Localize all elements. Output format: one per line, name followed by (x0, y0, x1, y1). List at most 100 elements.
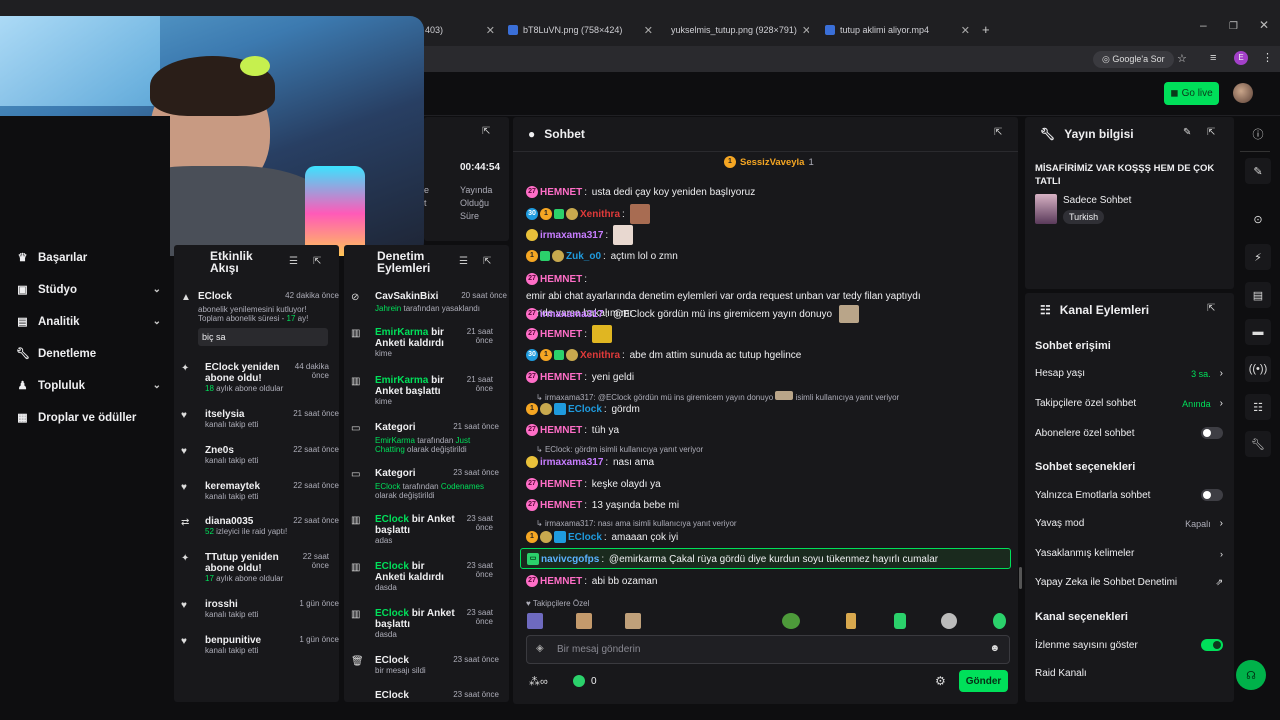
account-age-setting[interactable]: Hesap yaşı 3 sa. › (1035, 368, 1223, 379)
actions-icon[interactable]: ☷ (1245, 394, 1271, 420)
slow-mode-setting[interactable]: Yavaş mod Kapalı › (1035, 518, 1223, 529)
new-tab-button[interactable]: + (982, 22, 990, 37)
reply-context[interactable]: ↳ EClock: gördm isimli kullanıcıya yanıt… (536, 445, 703, 454)
go-live-button[interactable]: ◼ Go live (1164, 82, 1219, 105)
mod-action-item: ▭ Kategori EClock tarafından Codenames ol… (351, 468, 499, 500)
money-badge-icon (554, 209, 564, 219)
camera-switch-icon[interactable]: ⊙ (1245, 206, 1271, 232)
popout-icon[interactable]: ⇱ (1207, 303, 1215, 314)
emoji-picker-icon[interactable]: ☻ (989, 643, 1000, 654)
ai-moderation-setting[interactable]: Yapay Zeka ile Sohbet Denetimi ⇗ (1035, 577, 1223, 588)
chat-message: ▭ navivcgofps: @emirkarma Çakal rüya görd… (527, 553, 1011, 565)
close-window-icon[interactable]: ✕ (1259, 18, 1269, 32)
followers-only-setting[interactable]: Takipçilere özel sohbet Anında › (1035, 398, 1223, 409)
minimize-icon[interactable]: – (1200, 18, 1207, 32)
points-display[interactable]: 0 (573, 675, 597, 687)
chat-settings-gear-icon[interactable]: ⚙ (935, 674, 946, 688)
popout-icon[interactable]: ⇱ (482, 126, 490, 137)
browser-tab[interactable]: yukselmis_tutup.png (928×791) ✕ (666, 20, 809, 40)
user-avatar[interactable] (1233, 83, 1253, 103)
shield-icon[interactable]: ◈ (536, 643, 544, 654)
lightning-icon[interactable]: ⚡︎ (1245, 244, 1271, 270)
filter-icon[interactable]: ☰ (459, 256, 468, 267)
mod-actions-title: Denetim Eylemleri (377, 249, 431, 275)
chat-icon[interactable]: ▬ (1245, 319, 1271, 345)
clipboard-icon[interactable]: ▤ (1245, 282, 1271, 308)
activity-feed-title: Etkinlik Akışı (210, 249, 253, 275)
mod-action-item: EClock 23 saat önce (375, 690, 499, 701)
maximize-icon[interactable]: ❐ (1229, 21, 1238, 32)
sub-badge-icon: 27 (526, 478, 538, 490)
reading-list-icon[interactable]: ≡ (1210, 52, 1216, 64)
chat-message: irmaxama317: nası ama (526, 456, 1010, 468)
nav-item-studio[interactable]: ▣ Stüdyo ⌄ (16, 283, 161, 297)
emote-image[interactable] (527, 613, 543, 629)
edit-pencil-icon[interactable]: ✎ (1183, 127, 1191, 138)
reply-context[interactable]: ↳ irmaxama317: nası ama isimli kullanıcı… (536, 519, 737, 528)
browser-tab[interactable]: tutup aklimi aliyor.mp4 ✕ (825, 20, 970, 40)
sub-badge-icon: 27 (526, 308, 538, 320)
popout-icon[interactable]: ⇱ (1207, 127, 1215, 138)
send-button[interactable]: Gönder (959, 670, 1008, 692)
image-icon (508, 25, 518, 35)
edit-pencil-icon[interactable]: ✎ (1245, 158, 1271, 184)
support-headset-icon[interactable]: ☊ (1236, 660, 1266, 690)
emote-image[interactable] (993, 613, 1006, 629)
gift-badge-icon: 1 (526, 531, 538, 543)
browser-tab[interactable]: bT8LuVN.png (758×424) ✕ (508, 20, 653, 40)
sparkle-icon: ✦ (181, 553, 190, 564)
emote-image[interactable] (782, 613, 800, 629)
chat-header: ● Sohbet (528, 127, 585, 141)
chat-message: 27 irmaxama317: @EClock gördün mü ins gir… (526, 305, 1010, 323)
close-tab-icon[interactable]: ✕ (644, 24, 653, 37)
game-badge-icon (554, 531, 566, 543)
nav-item-analytics[interactable]: ▤ Analitik ⌄ (16, 315, 161, 329)
community-points-icon[interactable]: ⁂∞ (529, 675, 548, 688)
stat-label-fragment: et (424, 185, 430, 208)
nav-item-community[interactable]: ♟ Topluluk ⌄ (16, 379, 161, 393)
mod-action-item: ▥ EmirKarma bir Anket başlattı kime 21 sa… (351, 375, 493, 406)
sparkle-icon: ✦ (181, 363, 190, 374)
show-viewers-toggle[interactable] (1201, 639, 1223, 651)
wrench-icon: 🔧︎ (16, 348, 30, 360)
points-icon (573, 675, 585, 687)
chat-input[interactable]: ◈ Bir mesaj gönderin ☻ (526, 635, 1010, 664)
broadcast-icon[interactable]: ((•)) (1245, 356, 1271, 382)
info-icon[interactable]: ⓘ (1245, 121, 1271, 147)
close-tab-icon[interactable]: ✕ (802, 24, 809, 37)
filter-icon[interactable]: ☰ (289, 256, 298, 267)
emote-image[interactable] (941, 613, 957, 629)
emote-image[interactable] (894, 613, 906, 629)
close-tab-icon[interactable]: ✕ (961, 24, 970, 37)
popout-icon[interactable]: ⇱ (313, 256, 321, 267)
raid-channel-setting[interactable]: Raid Kanalı (1035, 668, 1223, 679)
profile-avatar[interactable]: E (1234, 51, 1248, 65)
banned-words-setting[interactable]: Yasaklanmış kelimeler › (1035, 548, 1223, 559)
wrench-icon[interactable]: 🔧︎ (1245, 431, 1271, 457)
emote-only-toggle[interactable] (1201, 489, 1223, 501)
reply-context[interactable]: ↳ irmaxama317: @EClock gördün mü ins gir… (536, 391, 899, 402)
close-tab-icon[interactable]: ✕ (486, 24, 495, 37)
pinned-viewer[interactable]: 1 SessizVaveyla 1 (724, 156, 814, 168)
chevron-down-icon: ⌄ (152, 284, 161, 295)
chat-scrollbar[interactable] (1019, 567, 1022, 589)
category-name[interactable]: Sadece Sohbet (1063, 195, 1131, 206)
money-badge-icon (554, 350, 564, 360)
star-icon[interactable]: ☆ (1177, 52, 1187, 65)
emote-image (775, 391, 794, 400)
emote-image[interactable] (625, 613, 641, 629)
nav-item-achievements[interactable]: ♛ Başarılar (16, 251, 161, 265)
nav-item-drops[interactable]: ▦ Droplar ve ödüller (16, 411, 161, 425)
emote-image[interactable] (576, 613, 592, 629)
menu-icon[interactable]: ⋮ (1262, 51, 1273, 64)
chat-message: 1 EClock: amaaan çok iyi (526, 531, 1010, 543)
popout-icon[interactable]: ⇱ (994, 127, 1002, 138)
emoji-badge-icon (566, 208, 578, 220)
category-thumbnail (1035, 194, 1057, 224)
popout-icon[interactable]: ⇱ (483, 256, 491, 267)
browser-tab[interactable]: 403) ✕ (425, 20, 495, 40)
subs-only-toggle[interactable] (1201, 427, 1223, 439)
nav-item-moderation[interactable]: 🔧︎ Denetleme (16, 347, 161, 361)
emote-image[interactable] (846, 613, 856, 629)
ask-google-button[interactable]: ◎ Google'a Sor (1093, 51, 1174, 68)
